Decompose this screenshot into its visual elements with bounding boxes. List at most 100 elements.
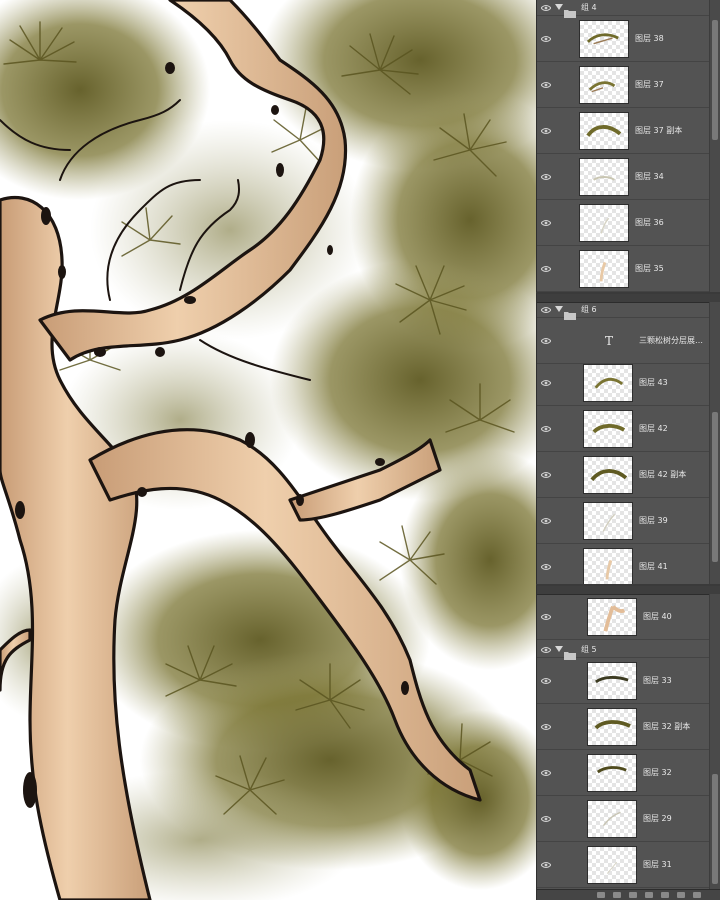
layer-thumbnail (579, 158, 629, 196)
eye-icon[interactable] (541, 35, 551, 43)
pine-tree-painting (0, 0, 536, 900)
layer-row[interactable]: 图层 40 (537, 594, 710, 640)
layer-thumbnail (583, 502, 633, 540)
layer-thumbnail (587, 846, 637, 884)
layer-label: 图层 33 (643, 676, 672, 685)
layer-row[interactable]: 图层 37 副本 (537, 108, 710, 154)
eye-icon[interactable] (541, 265, 551, 273)
eye-icon[interactable] (541, 425, 551, 433)
scrollbar-thumb[interactable] (712, 774, 718, 884)
group-label: 组 5 (581, 645, 597, 654)
layer-row[interactable]: 图层 31 (537, 842, 710, 888)
layer-thumbnail (583, 456, 633, 494)
group-row-4[interactable]: 组 4 (537, 0, 710, 18)
layers-panel-middle[interactable]: 组 6 T 三颗松树分层展… 图层 43 图层 42 图层 42 副本 图层 3… (536, 292, 720, 584)
new-group-icon[interactable] (661, 892, 669, 898)
layer-row[interactable]: 图层 34 (537, 154, 710, 200)
layers-panel-top[interactable]: 组 4 图层 38 图层 37 图层 37 副本 图层 34 图层 36 图层 … (536, 0, 720, 292)
layer-row[interactable]: 图层 33 (537, 658, 710, 704)
trash-icon[interactable] (693, 892, 701, 898)
eye-icon[interactable] (541, 677, 551, 685)
layer-thumbnail (579, 250, 629, 288)
eye-icon[interactable] (541, 127, 551, 135)
folder-icon (564, 645, 576, 660)
eye-icon[interactable] (541, 379, 551, 387)
layer-thumbnail (583, 410, 633, 448)
layer-thumbnail (587, 800, 637, 838)
mask-icon[interactable] (629, 892, 637, 898)
link-icon[interactable] (597, 892, 605, 898)
layer-label: 图层 31 (643, 860, 672, 869)
artwork-canvas[interactable] (0, 0, 536, 900)
layer-row[interactable]: 图层 42 副本 (537, 452, 710, 498)
eye-icon[interactable] (541, 815, 551, 823)
layer-label: 图层 29 (643, 814, 672, 823)
layer-label: 图层 41 (639, 562, 668, 571)
layer-row[interactable]: 图层 29 (537, 796, 710, 842)
layer-row[interactable]: 图层 43 (537, 360, 710, 406)
layer-label: 图层 32 副本 (643, 722, 691, 731)
layer-row[interactable]: 图层 39 (537, 498, 710, 544)
new-layer-icon[interactable] (677, 892, 685, 898)
layer-row[interactable]: 图层 35 (537, 246, 710, 292)
layer-label: 图层 32 (643, 768, 672, 777)
layer-thumbnail (579, 112, 629, 150)
layer-label: 图层 38 (635, 34, 664, 43)
layer-thumbnail (583, 364, 633, 402)
eye-icon[interactable] (541, 646, 551, 654)
text-layer-row[interactable]: T 三颗松树分层展… (537, 318, 710, 364)
eye-icon[interactable] (541, 81, 551, 89)
type-layer-icon: T (604, 334, 613, 348)
layer-label: 图层 34 (635, 172, 664, 181)
layer-label: 图层 40 (643, 612, 672, 621)
layer-label: 图层 39 (639, 516, 668, 525)
fx-icon[interactable] (613, 892, 621, 898)
triangle-down-icon[interactable] (555, 4, 563, 10)
eye-icon[interactable] (541, 723, 551, 731)
eye-icon[interactable] (541, 337, 551, 345)
triangle-down-icon[interactable] (555, 646, 563, 652)
eye-icon[interactable] (541, 173, 551, 181)
layer-label: 图层 42 副本 (639, 470, 687, 479)
triangle-down-icon[interactable] (555, 306, 563, 312)
eye-icon[interactable] (541, 613, 551, 621)
group-row-6[interactable]: 组 6 (537, 302, 710, 320)
scrollbar[interactable] (709, 594, 720, 900)
layer-row[interactable]: 图层 41 (537, 544, 710, 584)
layer-label: 图层 36 (635, 218, 664, 227)
layer-thumbnail (579, 20, 629, 58)
layer-label: 图层 42 (639, 424, 668, 433)
eye-icon[interactable] (541, 861, 551, 869)
eye-icon[interactable] (541, 517, 551, 525)
layer-row[interactable]: 图层 32 副本 (537, 704, 710, 750)
eye-icon[interactable] (541, 769, 551, 777)
layer-label: 图层 37 (635, 80, 664, 89)
eye-icon[interactable] (541, 306, 551, 314)
layer-row[interactable]: 图层 37 (537, 62, 710, 108)
eye-icon[interactable] (541, 4, 551, 12)
group-row-5[interactable]: 组 5 (537, 642, 710, 660)
layer-thumbnail (583, 548, 633, 584)
scrollbar-thumb[interactable] (712, 20, 718, 140)
layer-label: 图层 37 副本 (635, 126, 683, 135)
group-label: 组 4 (581, 3, 597, 12)
folder-icon (564, 3, 576, 18)
layer-label: 图层 43 (639, 378, 668, 387)
layer-row[interactable]: 图层 32 (537, 750, 710, 796)
layer-thumbnail (587, 598, 637, 636)
layer-row[interactable]: 图层 38 (537, 16, 710, 62)
layers-panel-bottom[interactable]: 图层 40 组 5 图层 33 图层 32 副本 图层 32 图层 29 图层 … (536, 584, 720, 900)
eye-icon[interactable] (541, 219, 551, 227)
layer-thumbnail (587, 754, 637, 792)
adjustment-icon[interactable] (645, 892, 653, 898)
scrollbar[interactable] (709, 0, 720, 292)
layer-thumbnail (579, 66, 629, 104)
scrollbar-thumb[interactable] (712, 412, 718, 562)
eye-icon[interactable] (541, 471, 551, 479)
layer-thumbnail (579, 204, 629, 242)
eye-icon[interactable] (541, 563, 551, 571)
scrollbar[interactable] (709, 302, 720, 584)
folder-icon (564, 305, 576, 320)
layer-row[interactable]: 图层 42 (537, 406, 710, 452)
layer-row[interactable]: 图层 36 (537, 200, 710, 246)
